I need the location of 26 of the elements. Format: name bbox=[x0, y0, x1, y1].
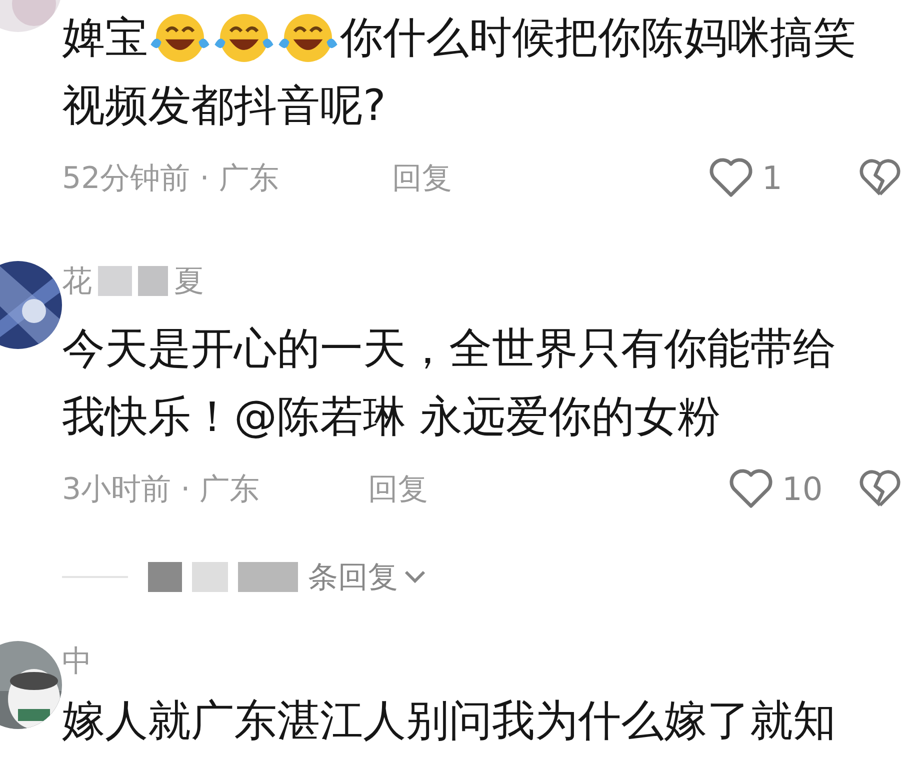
username[interactable]: 中 bbox=[62, 640, 92, 682]
redaction-block bbox=[148, 562, 182, 592]
chevron-down-icon bbox=[404, 570, 426, 584]
comment-text: 婢宝 bbox=[62, 12, 148, 65]
redaction-block bbox=[98, 266, 132, 296]
redaction-block bbox=[138, 266, 168, 296]
reply-link[interactable]: 回复 bbox=[368, 468, 428, 510]
comment-text: 你什么时候把你陈妈咪搞笑 bbox=[340, 12, 856, 65]
comment-text: 视频发都抖音呢? bbox=[62, 80, 386, 133]
timestamp: 3小时前 · 广东 bbox=[62, 470, 261, 508]
redaction-block bbox=[192, 562, 228, 592]
redaction-block bbox=[238, 562, 298, 592]
like-button[interactable]: 10 bbox=[728, 468, 858, 510]
username[interactable]: 花 bbox=[62, 260, 92, 302]
dislike-button[interactable] bbox=[858, 469, 902, 509]
expand-replies-link[interactable]: 条回复 bbox=[308, 556, 426, 598]
timestamp: 52分钟前 · 广东 bbox=[62, 160, 280, 198]
reply-link[interactable]: 回复 bbox=[392, 158, 452, 198]
broken-heart-icon bbox=[858, 158, 902, 198]
broken-heart-icon bbox=[858, 469, 902, 509]
comment-text: 嫁人就广东湛江人别问我为什么嫁了就知 bbox=[62, 695, 836, 748]
like-button[interactable]: 1 bbox=[708, 157, 838, 199]
comment-text: 我快乐！@陈若琳 永远爱你的女粉 bbox=[62, 391, 721, 444]
comment-text: 今天是开心的一天，全世界只有你能带给 bbox=[62, 323, 836, 376]
dislike-button[interactable] bbox=[858, 158, 902, 198]
username[interactable]: 夏 bbox=[174, 260, 204, 302]
